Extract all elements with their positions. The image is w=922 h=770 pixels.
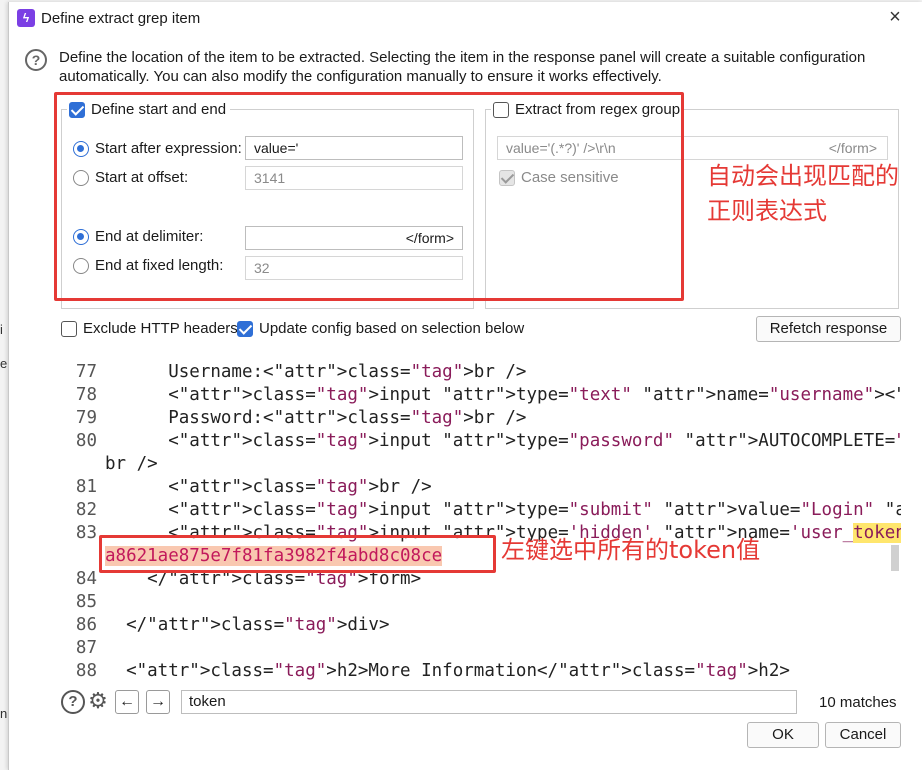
code-text[interactable]: <"attr">class="tag">input "attr">type="t… (105, 384, 901, 407)
annotation-box-config (54, 92, 684, 301)
exclude-headers-checkbox[interactable] (61, 320, 77, 337)
help-icon[interactable]: ? (25, 49, 47, 71)
annotation-regex-line2: 正则表达式 (707, 197, 827, 225)
background-fragment: n (0, 706, 8, 721)
code-text[interactable]: <"attr">class="tag">br /> (105, 476, 431, 499)
editor-scrollbar[interactable] (891, 545, 899, 571)
dialog-title: Define extract grep item (41, 10, 201, 27)
exclude-headers-label: Exclude HTTP headers (83, 320, 238, 337)
line-number: 85 (75, 592, 97, 612)
dialog-description: Define the location of the item to be ex… (59, 49, 866, 85)
line-number: 80 (75, 431, 97, 451)
extract-grep-dialog: ϟ Define extract grep item × ? Define th… (8, 2, 922, 770)
background-fragment: e (0, 356, 8, 371)
line-number: 77 (75, 362, 97, 382)
background-fragment: i (0, 322, 3, 337)
previous-match-button[interactable]: ← (115, 690, 139, 714)
close-icon[interactable]: × (883, 6, 907, 30)
line-number: 86 (75, 615, 97, 635)
code-text[interactable]: <"attr">class="tag">input "attr">type="p… (105, 430, 901, 453)
next-match-button[interactable]: → (146, 690, 170, 714)
refetch-response-button[interactable]: Refetch response (756, 316, 901, 342)
search-input[interactable]: token (181, 690, 797, 714)
annotation-box-token (99, 535, 496, 573)
gear-icon[interactable]: ⚙ (85, 688, 111, 714)
exclude-headers-option[interactable]: Exclude HTTP headers (61, 320, 238, 337)
title-bar: ϟ Define extract grep item × (9, 2, 922, 34)
update-config-label: Update config based on selection below (259, 320, 525, 337)
burp-app-icon: ϟ (17, 9, 35, 27)
annotation-token-note: 左键选中所有的token值 (501, 536, 761, 564)
line-number: 78 (75, 385, 97, 405)
line-number: 84 (75, 569, 97, 589)
regex-expression-end: </form> (828, 140, 877, 156)
search-help-icon[interactable]: ? (61, 690, 85, 714)
code-text[interactable]: <"attr">class="tag">input "attr">type="s… (105, 499, 901, 522)
code-text[interactable]: <"attr">class="tag">h2>More Information<… (105, 660, 790, 683)
update-config-option[interactable]: Update config based on selection below (237, 320, 524, 337)
match-count: 10 matches (819, 694, 897, 711)
code-text[interactable]: Password:<"attr">class="tag">br /> (105, 407, 526, 430)
update-config-checkbox[interactable] (237, 320, 253, 337)
line-number: 83 (75, 523, 97, 543)
ok-button[interactable]: OK (747, 722, 819, 748)
cancel-button[interactable]: Cancel (825, 722, 901, 748)
code-text[interactable]: br /> (105, 453, 158, 476)
line-number: 81 (75, 477, 97, 497)
line-number: 87 (75, 638, 97, 658)
code-text[interactable]: Username:<"attr">class="tag">br /> (105, 361, 526, 384)
line-number: 88 (75, 661, 97, 681)
response-editor[interactable]: 77 Username:<"attr">class="tag">br /> 78 … (59, 356, 901, 686)
line-number: 79 (75, 408, 97, 428)
annotation-regex-line1: 自动会出现匹配的 (707, 162, 899, 190)
code-text[interactable]: </"attr">class="tag">div> (105, 614, 389, 637)
line-number: 82 (75, 500, 97, 520)
